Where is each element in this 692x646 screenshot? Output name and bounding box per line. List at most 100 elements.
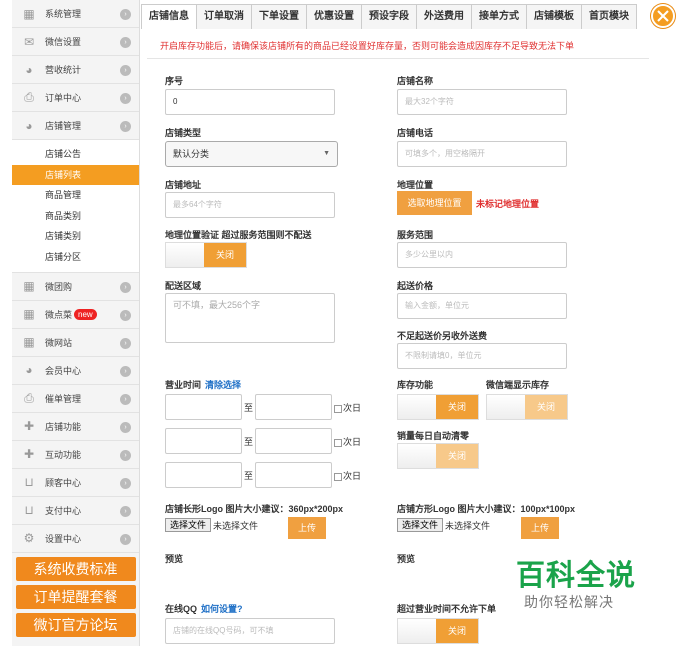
nav-label: 微团购 <box>45 281 73 292</box>
nav-item-group-buy[interactable]: ▦ 微团购 › <box>12 273 139 301</box>
plus-icon: ✚ <box>23 447 35 462</box>
nav-item-payment[interactable]: ⊔ 支付中心 › <box>12 497 139 525</box>
store-phone-input[interactable]: 可填多个，用空格隔开 <box>397 141 567 167</box>
seq-input[interactable]: 0 <box>165 89 335 115</box>
qq-help-link[interactable]: 如何设置? <box>201 604 243 614</box>
nav-label: 会员中心 <box>45 365 82 376</box>
clear-selection-link[interactable]: 清除选择 <box>205 380 241 390</box>
tab-store-info[interactable]: 店铺信息 <box>141 4 197 29</box>
store-type-value: 默认分类 <box>173 149 210 159</box>
min-price-label: 起送价格 <box>397 281 434 291</box>
choose-file-button-square[interactable]: 选择文件 <box>397 518 444 532</box>
nav-item-revenue[interactable]: ◕ 营收统计 › <box>12 56 139 84</box>
sub-item-store-zone[interactable]: 店铺分区 <box>12 247 139 268</box>
next-day-checkbox-2[interactable]: 次日 <box>334 435 361 448</box>
sub-item-notice[interactable]: 店铺公告 <box>12 144 139 165</box>
sub-item-product-category[interactable]: 商品类别 <box>12 206 139 227</box>
checkbox-icon <box>334 472 342 481</box>
nav-item-orders[interactable]: ⎙ 订单中心 › <box>12 84 139 112</box>
extra-fee-input[interactable]: 不限制请填0，单位元 <box>397 343 567 369</box>
sub-item-store-category[interactable]: 店铺类别 <box>12 226 139 247</box>
nav-item-interaction[interactable]: ✚ 互动功能 › <box>12 441 139 469</box>
hours-start-3[interactable] <box>165 462 242 488</box>
nav-label: 设置中心 <box>45 533 82 544</box>
toggle-knob: 关闭 <box>436 444 478 468</box>
chevron-icon: › <box>120 121 131 132</box>
seq-label: 序号 <box>165 76 184 86</box>
select-location-button[interactable]: 选取地理位置 <box>397 191 472 215</box>
address-input[interactable]: 最多64个字符 <box>165 192 335 218</box>
dropdown-arrow-icon: ▼ <box>323 150 330 157</box>
choose-file-button-long[interactable]: 选择文件 <box>165 518 212 532</box>
nav-item-website[interactable]: ▦ 微网站 › <box>12 329 139 357</box>
order-reminder-package-button[interactable]: 订单提醒套餐 <box>15 584 136 609</box>
tab-delivery-fee[interactable]: 外送费用 <box>416 4 472 29</box>
daily-reset-toggle[interactable]: 关闭 <box>397 443 479 469</box>
tab-order-settings[interactable]: 下单设置 <box>251 4 307 29</box>
chevron-icon: › <box>120 93 131 104</box>
nav-item-members[interactable]: ◕ 会员中心 › <box>12 357 139 385</box>
chevron-icon: › <box>120 505 131 517</box>
new-badge: new <box>74 308 97 320</box>
geo-verify-toggle[interactable]: 关闭 <box>165 242 247 268</box>
hours-start-1[interactable] <box>165 394 242 420</box>
qq-label-text: 在线QQ <box>165 604 198 614</box>
wechat-stock-toggle[interactable]: 关闭 <box>486 394 568 420</box>
delivery-area-textarea[interactable]: 可不填，最大256个字 <box>165 293 335 343</box>
tab-store-template[interactable]: 店铺模板 <box>526 4 582 29</box>
geo-warning: 未标记地理位置 <box>476 199 540 209</box>
checkbox-icon <box>334 404 342 413</box>
upload-button-long[interactable]: 上传 <box>288 517 326 539</box>
preview-label-square: 预览 <box>397 554 416 564</box>
upload-button-square[interactable]: 上传 <box>521 517 559 539</box>
chevron-icon: › <box>120 477 131 489</box>
nav-label: 催单管理 <box>45 393 82 404</box>
close-icon[interactable] <box>651 4 675 28</box>
nav-label: 微网站 <box>45 337 73 348</box>
hours-end-3[interactable] <box>255 462 332 488</box>
chevron-icon: › <box>120 393 131 405</box>
toggle-knob: 关闭 <box>436 395 478 419</box>
hours-label: 营业时间 清除选择 <box>165 378 241 391</box>
nav-item-store[interactable]: ◕ 店铺管理 › <box>12 112 139 140</box>
tab-order-cancel[interactable]: 订单取消 <box>196 4 252 29</box>
next-day-checkbox-1[interactable]: 次日 <box>334 401 361 414</box>
tab-preset-fields[interactable]: 预设字段 <box>361 4 417 29</box>
no-order-toggle[interactable]: 关闭 <box>397 618 479 644</box>
service-range-input[interactable]: 多少公里以内 <box>397 242 567 268</box>
chevron-icon: › <box>120 365 131 377</box>
geo-label: 地理位置 <box>397 180 434 190</box>
hours-end-2[interactable] <box>255 428 332 454</box>
hours-end-1[interactable] <box>255 394 332 420</box>
nav-item-system[interactable]: ▦ 系统管理 › <box>12 0 139 28</box>
tab-discount[interactable]: 优惠设置 <box>306 4 362 29</box>
extra-fee-label: 不足起送价另收外送费 <box>397 331 488 341</box>
store-submenu: 店铺公告 店铺列表 商品管理 商品类别 店铺类别 店铺分区 <box>12 140 139 273</box>
sub-item-products[interactable]: 商品管理 <box>12 185 139 206</box>
nav-item-customers[interactable]: ⊔ 顾客中心 › <box>12 469 139 497</box>
geo-verify-label: 地理位置验证 超过服务范围则不配送 <box>165 230 312 240</box>
hours-start-2[interactable] <box>165 428 242 454</box>
nav-item-menu[interactable]: ▦ 微点菜 new › <box>12 301 139 329</box>
nav-label: 互动功能 <box>45 449 82 460</box>
official-forum-button[interactable]: 微订官方论坛 <box>15 612 136 637</box>
close-icon-svg <box>657 10 669 22</box>
grid-icon: ▦ <box>23 6 35 21</box>
store-type-select[interactable]: 默认分类 ▼ <box>165 141 338 167</box>
next-day-checkbox-3[interactable]: 次日 <box>334 469 361 482</box>
nav-item-store-features[interactable]: ✚ 店铺功能 › <box>12 413 139 441</box>
watermark: 百科全说 助你轻松解决 <box>498 540 668 620</box>
store-name-input[interactable]: 最大32个字符 <box>397 89 567 115</box>
tab-home-modules[interactable]: 首页模块 <box>581 4 637 29</box>
nav-item-settings[interactable]: ⚙ 设置中心 › <box>12 525 139 553</box>
stock-label: 库存功能 <box>397 380 434 390</box>
min-price-input[interactable]: 输入金额，单位元 <box>397 293 567 319</box>
next-day-label: 次日 <box>343 471 362 481</box>
tab-order-method[interactable]: 接单方式 <box>471 4 527 29</box>
qq-input[interactable]: 店铺的在线QQ号码，可不填 <box>165 618 335 644</box>
nav-item-wechat[interactable]: ✉ 微信设置 › <box>12 28 139 56</box>
fee-standard-button[interactable]: 系统收费标准 <box>15 556 136 581</box>
sub-item-store-list[interactable]: 店铺列表 <box>12 164 139 186</box>
stock-toggle[interactable]: 关闭 <box>397 394 479 420</box>
nav-item-reminders[interactable]: ⎙ 催单管理 › <box>12 385 139 413</box>
